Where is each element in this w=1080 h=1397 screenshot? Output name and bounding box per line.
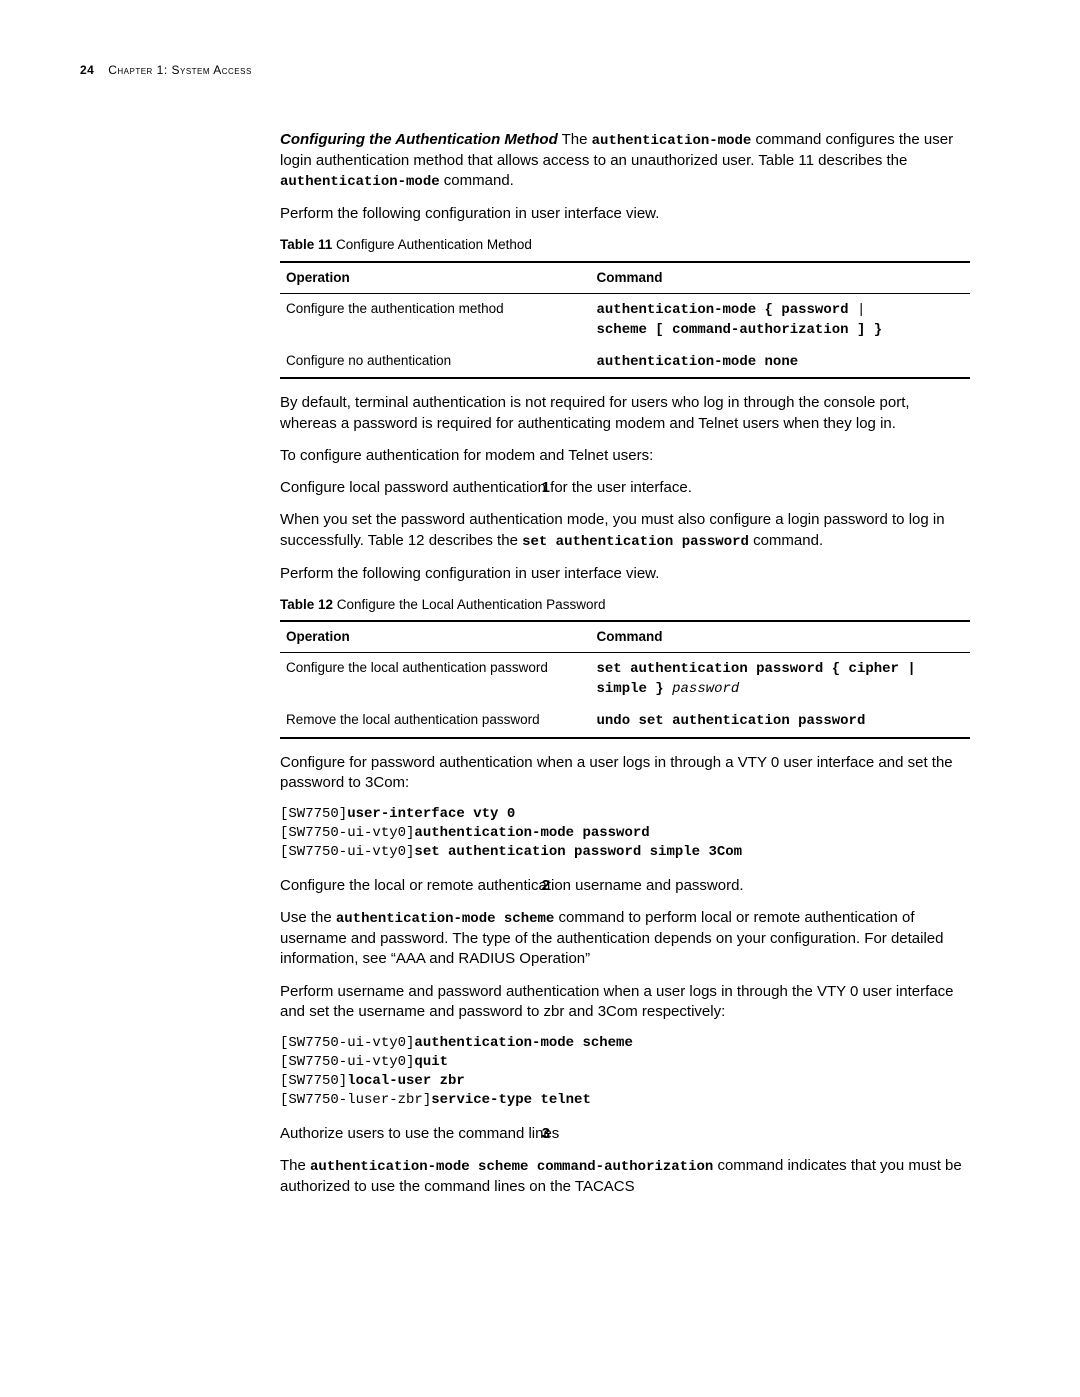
text: command. xyxy=(440,172,514,189)
paragraph-toconfigure: To configure authentication for modem an… xyxy=(280,446,970,466)
col-operation: Operation xyxy=(280,262,591,294)
step-number: 3 xyxy=(532,1124,550,1144)
cmd-arg: password xyxy=(672,681,739,697)
step-1: 1 Configure local password authenticatio… xyxy=(280,478,970,862)
cmd: undo set authentication password xyxy=(597,713,866,729)
prompt: [SW7750-ui-vty0] xyxy=(280,825,414,841)
table-11-label: Table 11 xyxy=(280,237,332,252)
cmd: set authentication password simple 3Com xyxy=(414,844,742,860)
cmd: authentication-mode { password xyxy=(597,302,849,318)
cmd: quit xyxy=(414,1054,448,1070)
perform-text: Perform the following configuration in u… xyxy=(280,204,970,224)
table-row: Configure no authentication authenticati… xyxy=(280,346,970,379)
text: command. xyxy=(749,532,823,549)
table-12-label: Table 12 xyxy=(280,597,333,612)
text: The xyxy=(280,1157,310,1174)
inline-command: set authentication password xyxy=(522,534,749,550)
cell-command: authentication-mode none xyxy=(591,346,971,379)
prompt: [SW7750-ui-vty0] xyxy=(280,1054,414,1070)
step-3: 3 Authorize users to use the command lin… xyxy=(280,1124,970,1197)
table-row: Remove the local authentication password… xyxy=(280,705,970,738)
perform-text: Perform the following configuration in u… xyxy=(280,564,970,584)
table-row: Configure the authentication method auth… xyxy=(280,293,970,345)
table-header-row: Operation Command xyxy=(280,262,970,294)
cmd: authentication-mode scheme xyxy=(414,1035,632,1051)
table-12: Operation Command Configure the local au… xyxy=(280,620,970,739)
cell-operation: Remove the local authentication password xyxy=(280,705,591,738)
step-2-paragraph: Use the authentication-mode scheme comma… xyxy=(280,908,970,969)
cell-command: authentication-mode { password | scheme … xyxy=(591,293,971,345)
table-11-title: Configure Authentication Method xyxy=(332,237,532,252)
inline-command: authentication-mode scheme xyxy=(336,911,554,927)
inline-command: authentication-mode xyxy=(592,133,752,149)
step-1-line: Configure local password authentication … xyxy=(280,478,970,498)
prompt: [SW7750-luser-zbr] xyxy=(280,1092,431,1108)
cell-operation: Configure the authentication method xyxy=(280,293,591,345)
cell-operation: Configure the local authentication passw… xyxy=(280,653,591,705)
text: The xyxy=(558,131,592,148)
table-header-row: Operation Command xyxy=(280,621,970,653)
page-number: 24 xyxy=(80,63,94,77)
cmd: set authentication password { cipher | s… xyxy=(597,661,916,697)
step-2-paragraph-2: Perform username and password authentica… xyxy=(280,982,970,1023)
cmd: scheme [ command-authorization ] } xyxy=(597,322,883,338)
section-intro: Configuring the Authentication Method Th… xyxy=(280,130,970,192)
prompt: [SW7750-ui-vty0] xyxy=(280,844,414,860)
prompt: [SW7750-ui-vty0] xyxy=(280,1035,414,1051)
section-heading: Configuring the Authentication Method xyxy=(280,131,558,148)
paragraph-default: By default, terminal authentication is n… xyxy=(280,393,970,434)
chapter-label: Chapter 1: System Access xyxy=(108,63,252,77)
table-12-caption: Table 12 Configure the Local Authenticat… xyxy=(280,596,970,614)
table-row: Configure the local authentication passw… xyxy=(280,653,970,705)
step-3-line: Authorize users to use the command lines xyxy=(280,1124,970,1144)
cell-operation: Configure no authentication xyxy=(280,346,591,379)
text: Use the xyxy=(280,909,336,926)
inline-command: authentication-mode scheme command-autho… xyxy=(310,1159,713,1175)
code-block-2: [SW7750-ui-vty0]authentication-mode sche… xyxy=(280,1034,970,1110)
table-11: Operation Command Configure the authenti… xyxy=(280,261,970,380)
page: 24 Chapter 1: System Access Configuring … xyxy=(0,0,1080,1397)
cmd-sep: | xyxy=(849,302,866,318)
prompt: [SW7750] xyxy=(280,1073,347,1089)
page-header: 24 Chapter 1: System Access xyxy=(80,62,252,78)
col-command: Command xyxy=(591,262,971,294)
cell-command: undo set authentication password xyxy=(591,705,971,738)
prompt: [SW7750] xyxy=(280,806,347,822)
step-2: 2 Configure the local or remote authenti… xyxy=(280,876,970,1110)
step-number: 1 xyxy=(532,478,550,498)
step-3-paragraph: The authentication-mode scheme command-a… xyxy=(280,1156,970,1197)
table-11-caption: Table 11 Configure Authentication Method xyxy=(280,236,970,254)
table-12-title: Configure the Local Authentication Passw… xyxy=(333,597,605,612)
inline-command: authentication-mode xyxy=(280,174,440,190)
cmd: authentication-mode password xyxy=(414,825,649,841)
col-operation: Operation xyxy=(280,621,591,653)
cmd: authentication-mode none xyxy=(597,354,799,370)
cmd: service-type telnet xyxy=(431,1092,591,1108)
step-2-line: Configure the local or remote authentica… xyxy=(280,876,970,896)
content: Configuring the Authentication Method Th… xyxy=(280,130,970,1197)
cell-command: set authentication password { cipher | s… xyxy=(591,653,971,705)
col-command: Command xyxy=(591,621,971,653)
cmd: user-interface vty 0 xyxy=(347,806,515,822)
step-1-paragraph: When you set the password authentication… xyxy=(280,510,970,551)
code-block-1: [SW7750]user-interface vty 0 [SW7750-ui-… xyxy=(280,805,970,862)
step-number: 2 xyxy=(532,876,550,896)
cmd: local-user zbr xyxy=(347,1073,465,1089)
paragraph-vty: Configure for password authentication wh… xyxy=(280,753,970,794)
